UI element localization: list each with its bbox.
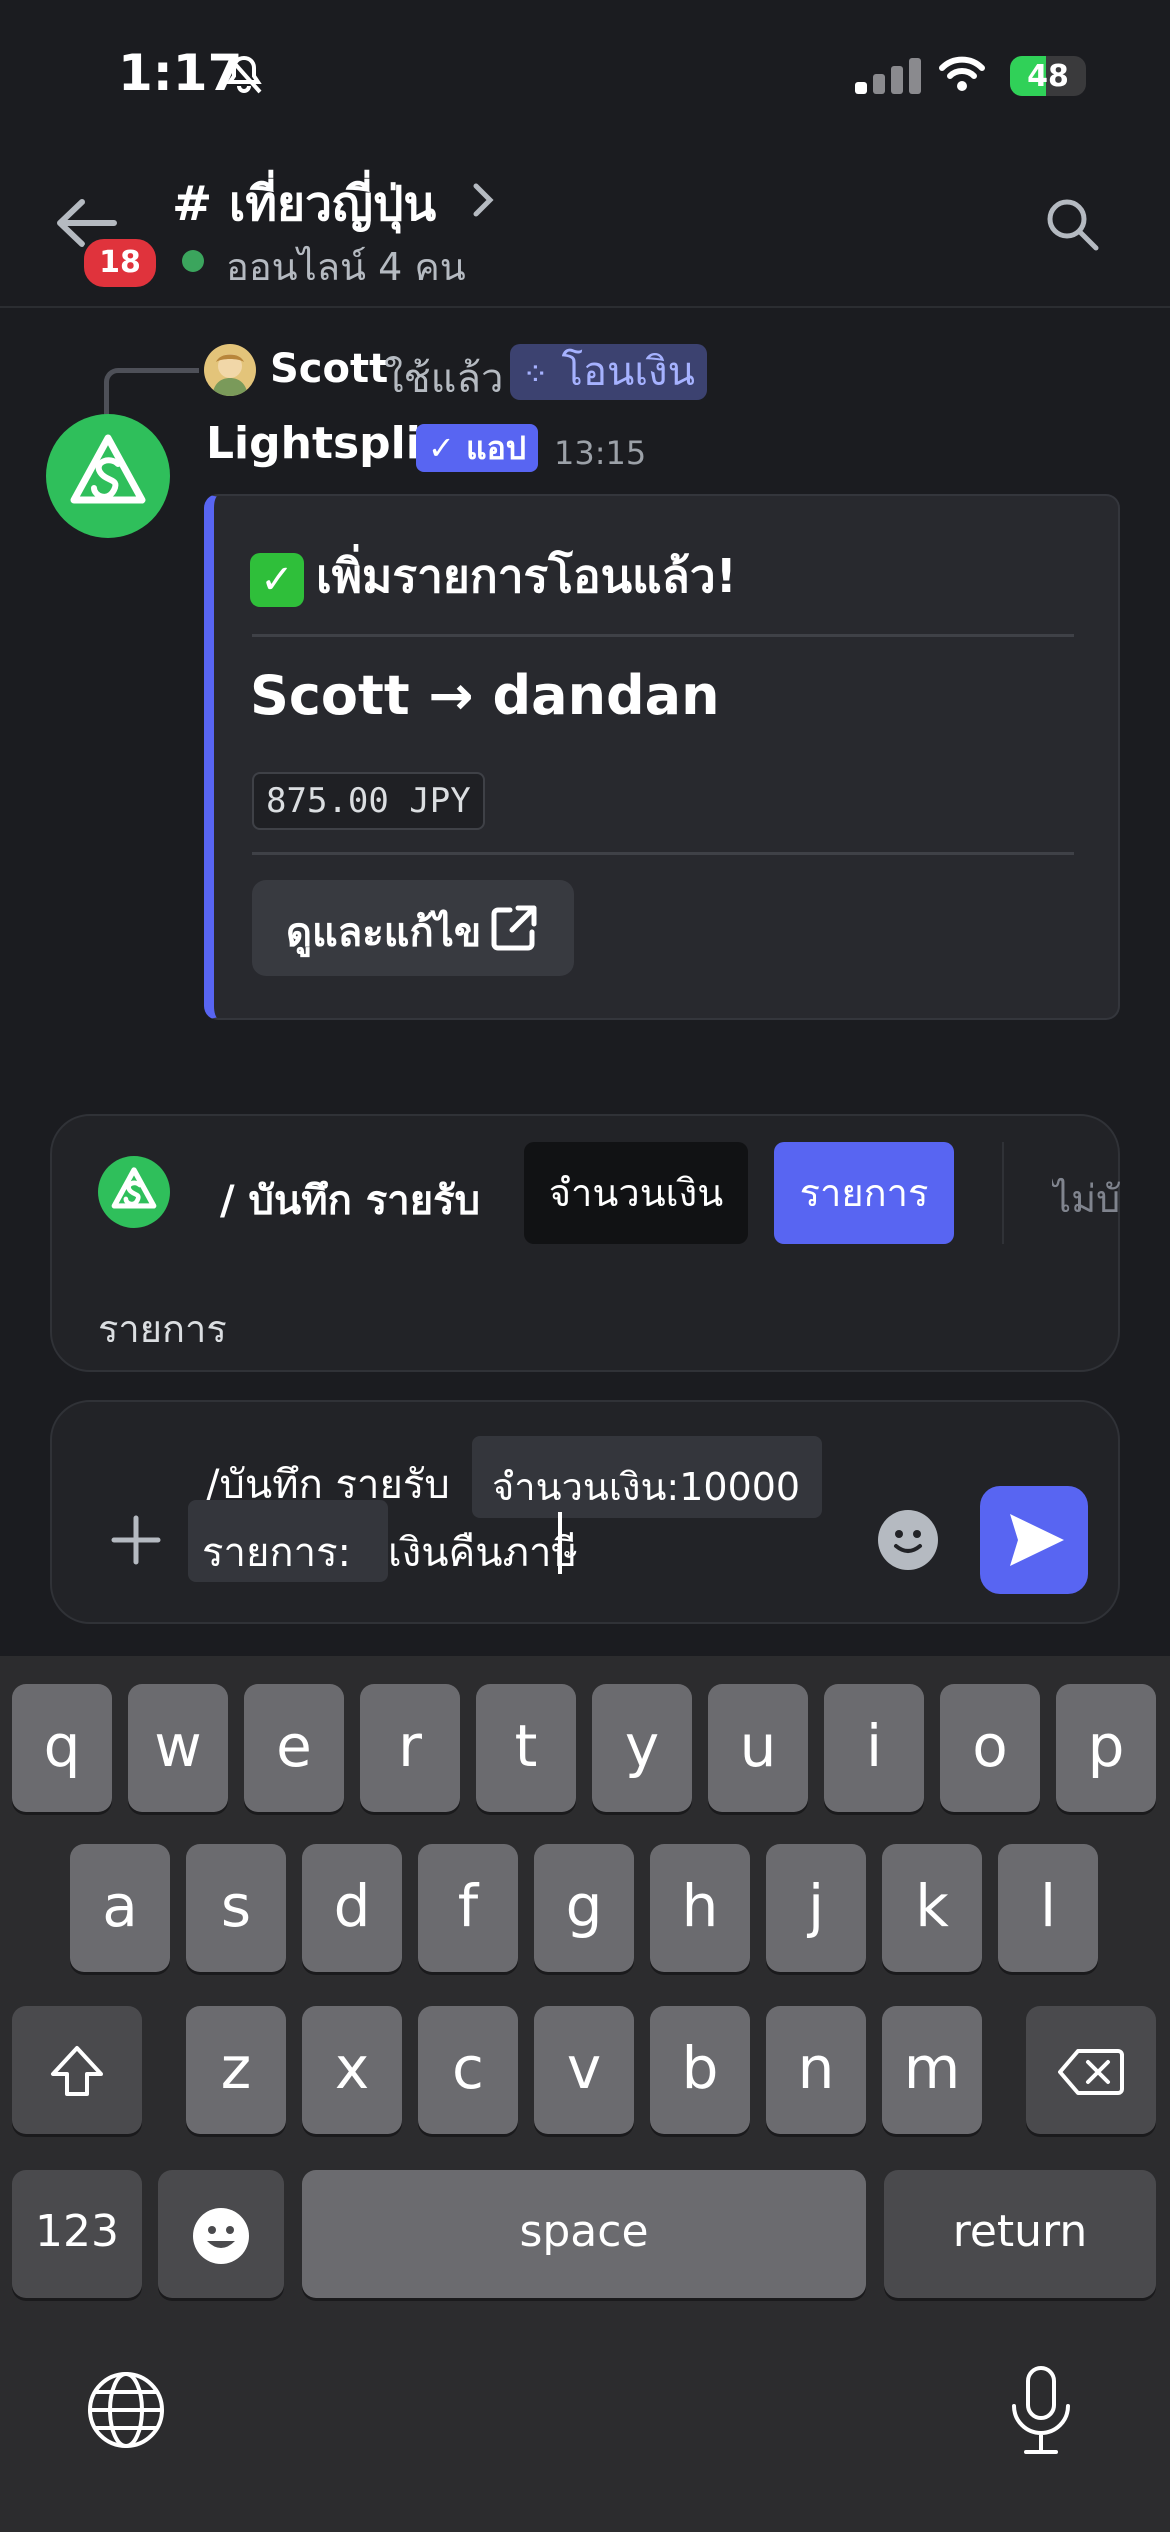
key-l[interactable]: l — [998, 1844, 1098, 1972]
emoji-icon[interactable] — [878, 1510, 938, 1570]
header-divider — [0, 306, 1170, 308]
online-status-dot — [182, 250, 204, 272]
send-button[interactable] — [980, 1486, 1088, 1594]
command-name: / บันทึก รายรับ — [220, 1178, 481, 1224]
key-y[interactable]: y — [592, 1684, 692, 1812]
amount-code: 875.00 JPY — [252, 772, 485, 830]
text-caret — [558, 1512, 562, 1574]
keyboard: qwertyuiop asdfghjkl zxcvbnm 123 space r… — [0, 1656, 1170, 2532]
avatar[interactable] — [204, 344, 256, 396]
key-u[interactable]: u — [708, 1684, 808, 1812]
key-o[interactable]: o — [940, 1684, 1040, 1812]
key-x[interactable]: x — [302, 2006, 402, 2134]
battery-indicator: 48 — [1010, 56, 1086, 96]
options-divider — [1002, 1142, 1004, 1244]
message-timestamp: 13:15 — [554, 434, 647, 472]
reply-used-label: ใช้แล้ว — [384, 356, 504, 402]
input-amount-chip-text: จำนวนเงิน:10000 — [492, 1465, 801, 1509]
globe-icon[interactable] — [86, 2370, 166, 2450]
embed-title-text: เพิ่มรายการโอนแล้ว! — [316, 549, 737, 603]
emoji-icon — [193, 2207, 249, 2264]
shift-icon — [51, 2045, 103, 2096]
space-key[interactable]: space — [302, 2170, 866, 2298]
embed-divider — [252, 634, 1074, 637]
key-c[interactable]: c — [418, 2006, 518, 2134]
key-w[interactable]: w — [128, 1684, 228, 1812]
key-r[interactable]: r — [360, 1684, 460, 1812]
key-k[interactable]: k — [882, 1844, 982, 1972]
return-key[interactable]: return — [884, 2170, 1156, 2298]
key-h[interactable]: h — [650, 1844, 750, 1972]
reply-connector — [104, 368, 199, 415]
app-tag: ✓ แอป — [416, 424, 539, 472]
chevron-right-icon[interactable] — [470, 180, 498, 220]
key-e[interactable]: e — [244, 1684, 344, 1812]
key-g[interactable]: g — [534, 1844, 634, 1972]
key-d[interactable]: d — [302, 1844, 402, 1972]
wifi-icon — [939, 56, 985, 91]
reply-username[interactable]: Scott — [270, 346, 388, 392]
microphone-icon[interactable] — [1006, 2364, 1076, 2460]
key-m[interactable]: m — [882, 2006, 982, 2134]
transfer-heading: Scott → dandan — [250, 664, 720, 727]
external-link-icon — [491, 905, 537, 951]
bot-avatar[interactable] — [46, 414, 170, 538]
key-a[interactable]: a — [70, 1844, 170, 1972]
search-icon[interactable] — [1044, 196, 1100, 252]
battery-percent: 48 — [1027, 59, 1069, 94]
unread-badge: 18 — [80, 235, 160, 291]
app-tag-label: แอป — [465, 429, 527, 467]
bell-slash-icon — [226, 54, 262, 94]
view-edit-label: ดูและแก้ไข — [286, 910, 482, 956]
delete-key[interactable] — [1026, 2006, 1156, 2134]
bot-command-icon — [98, 1156, 170, 1228]
input-item-chip-text: รายการ: — [202, 1530, 352, 1576]
cellular-signal-icon — [855, 58, 927, 94]
key-z[interactable]: z — [186, 2006, 286, 2134]
key-q[interactable]: q — [12, 1684, 112, 1812]
command-name: โอนเงิน — [561, 349, 695, 395]
key-b[interactable]: b — [650, 2006, 750, 2134]
key-v[interactable]: v — [534, 2006, 634, 2134]
key-t[interactable]: t — [476, 1684, 576, 1812]
backspace-icon — [1058, 2048, 1124, 2095]
numbers-key[interactable]: 123 — [12, 2170, 142, 2298]
key-n[interactable]: n — [766, 2006, 866, 2134]
apps-grid-icon: ⁘ — [522, 355, 549, 393]
key-j[interactable]: j — [766, 1844, 866, 1972]
key-s[interactable]: s — [186, 1844, 286, 1972]
shift-key[interactable] — [12, 2006, 142, 2134]
emoji-key[interactable] — [158, 2170, 284, 2298]
option-hint: รายการ — [98, 1307, 227, 1351]
plus-icon[interactable] — [110, 1514, 162, 1566]
channel-title[interactable]: # เที่ยวญี่ปุ่น — [172, 166, 436, 242]
embed-divider — [252, 852, 1074, 855]
key-i[interactable]: i — [824, 1684, 924, 1812]
option-amount[interactable]: จำนวนเงิน — [524, 1142, 748, 1244]
send-icon — [1010, 1514, 1064, 1566]
bot-name[interactable]: Lightsplit — [206, 418, 442, 469]
checkmark-icon: ✓ — [428, 429, 455, 467]
key-p[interactable]: p — [1056, 1684, 1156, 1812]
option-item[interactable]: รายการ — [774, 1142, 954, 1244]
embed-title: ✓ เพิ่มรายการโอนแล้ว! — [250, 540, 737, 613]
input-item-value[interactable]: เงินคืนภาษี — [388, 1520, 578, 1584]
online-count: ออนไลน์ 4 คน — [226, 245, 466, 289]
key-f[interactable]: f — [418, 1844, 518, 1972]
option-optional[interactable]: ไม่บังคับ — [1052, 1168, 1120, 1229]
command-mention[interactable]: ⁘ โอนเงิน — [510, 344, 707, 400]
check-mark-icon: ✓ — [250, 552, 304, 607]
